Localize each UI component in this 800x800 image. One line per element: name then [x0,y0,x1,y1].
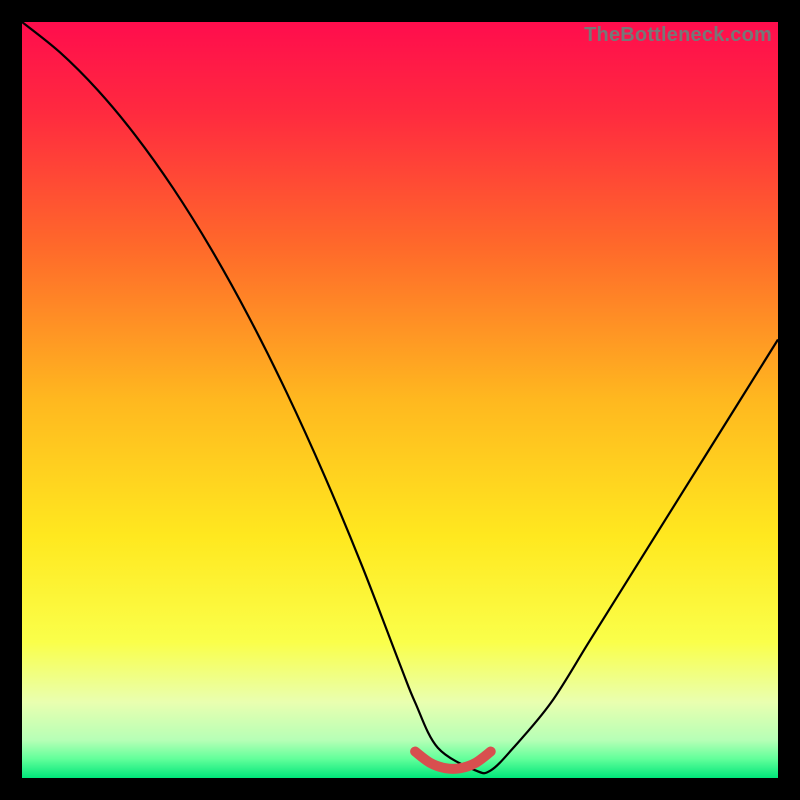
watermark-text: TheBottleneck.com [584,24,772,47]
chart-frame: TheBottleneck.com [22,22,778,778]
bottleneck-chart [22,22,778,778]
